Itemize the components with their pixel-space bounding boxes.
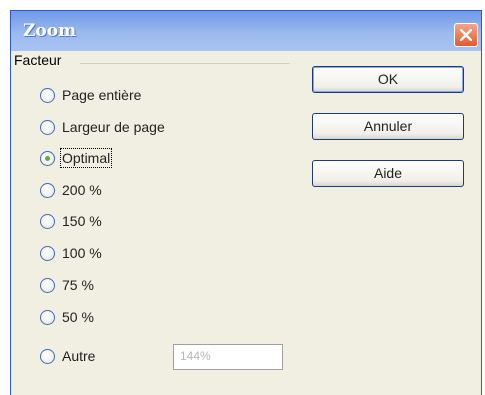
radio-label: Page entière: [62, 87, 142, 103]
radio-button[interactable]: [40, 245, 55, 261]
radio-200[interactable]: 200 %: [40, 179, 102, 201]
ok-button[interactable]: OK: [312, 66, 464, 93]
radio-button[interactable]: [40, 87, 55, 103]
cancel-button[interactable]: Annuler: [312, 113, 464, 140]
radio-button[interactable]: [40, 309, 55, 325]
radio-label: Optimal: [59, 148, 113, 168]
radio-optimal[interactable]: Optimal: [40, 147, 113, 169]
radio-label: 100 %: [62, 245, 102, 261]
close-icon: [460, 29, 472, 41]
custom-zoom-field[interactable]: 144%: [173, 344, 283, 370]
radio-label: 150 %: [62, 213, 102, 229]
group-divider: [80, 63, 290, 64]
radio-label: 75 %: [62, 277, 94, 293]
radio-label: Largeur de page: [62, 119, 165, 135]
help-button[interactable]: Aide: [312, 160, 464, 187]
radio-75[interactable]: 75 %: [40, 274, 94, 296]
radio-label: 50 %: [62, 309, 94, 325]
radio-page-entiere[interactable]: Page entière: [40, 84, 141, 106]
close-button[interactable]: [454, 23, 478, 47]
radio-autre[interactable]: Autre: [40, 345, 95, 367]
radio-50[interactable]: 50 %: [40, 306, 94, 328]
radio-button[interactable]: [40, 348, 55, 364]
radio-largeur-de-page[interactable]: Largeur de page: [40, 116, 165, 138]
title-bar[interactable]: Zoom: [11, 11, 481, 51]
radio-button[interactable]: [40, 277, 55, 293]
radio-button-selected[interactable]: [40, 150, 55, 166]
radio-100[interactable]: 100 %: [40, 242, 102, 264]
radio-button[interactable]: [40, 213, 55, 229]
radio-label: Autre: [62, 348, 96, 364]
radio-150[interactable]: 150 %: [40, 210, 102, 232]
radio-button[interactable]: [40, 119, 55, 135]
group-label-facteur: Facteur: [14, 52, 62, 68]
radio-label: 200 %: [62, 182, 102, 198]
dialog-title: Zoom: [23, 21, 77, 41]
radio-button[interactable]: [40, 182, 55, 198]
